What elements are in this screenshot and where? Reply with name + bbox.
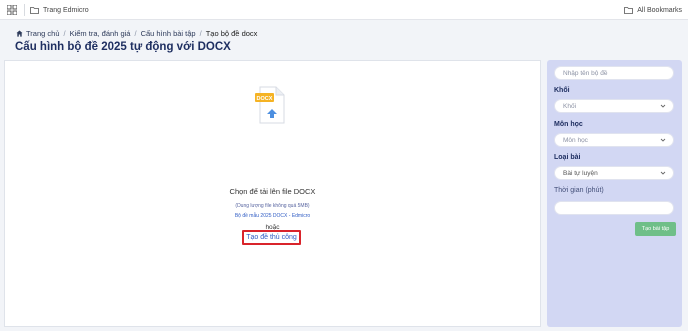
breadcrumb-assessment[interactable]: Kiểm tra, đánh giá bbox=[70, 29, 131, 38]
page-title: Cấu hình bộ đề 2025 tự động với DOCX bbox=[15, 41, 231, 53]
create-exercise-button[interactable]: Tạo bài tập bbox=[635, 222, 676, 236]
folder-icon bbox=[624, 6, 634, 14]
sample-docx-link[interactable]: Bộ đề mẫu 2025 DOCX - Edmicro bbox=[0, 213, 545, 219]
docx-badge-label: DOCX bbox=[257, 96, 273, 102]
chevron-down-icon bbox=[660, 104, 666, 108]
settings-panel: Nhập tên bộ đề Khối Khối Môn học Môn học… bbox=[547, 60, 682, 327]
upload-prompt[interactable]: Chọn để tải lên file DOCX bbox=[0, 187, 545, 196]
type-select[interactable]: Bài tự luyện bbox=[554, 166, 674, 180]
all-bookmarks-label: All Bookmarks bbox=[637, 6, 682, 14]
subject-label: Môn học bbox=[554, 121, 583, 128]
chevron-down-icon bbox=[660, 171, 666, 175]
docx-upload-icon[interactable]: DOCX bbox=[253, 85, 287, 125]
bookmarks-bar: Trang Edmicro All Bookmarks bbox=[0, 0, 688, 20]
breadcrumb: Trang chủ / Kiểm tra, đánh giá / Cấu hìn… bbox=[16, 27, 257, 39]
type-label: Loại bài bbox=[554, 154, 581, 161]
bookmark-trang-edmicro[interactable]: Trang Edmicro bbox=[30, 4, 89, 16]
exam-name-input[interactable]: Nhập tên bộ đề bbox=[554, 66, 674, 80]
chevron-down-icon bbox=[660, 138, 666, 142]
time-input[interactable] bbox=[554, 201, 674, 215]
grade-select[interactable]: Khối bbox=[554, 99, 674, 113]
apps-grid-icon[interactable] bbox=[7, 5, 17, 15]
manual-create-button[interactable]: Tạo đề thủ công bbox=[242, 230, 301, 245]
breadcrumb-exercise-config[interactable]: Cấu hình bài tập bbox=[141, 29, 196, 38]
breadcrumb-home[interactable]: Trang chủ bbox=[26, 29, 60, 38]
upload-size-note: (Dung lượng file không quá 5MB) bbox=[235, 203, 310, 209]
subject-select[interactable]: Môn học bbox=[554, 133, 674, 147]
grade-label: Khối bbox=[554, 87, 570, 94]
folder-icon bbox=[30, 6, 39, 14]
home-icon bbox=[16, 29, 23, 37]
bookmark-label: Trang Edmicro bbox=[43, 6, 89, 14]
bookmarks-divider bbox=[24, 4, 25, 16]
all-bookmarks-button[interactable]: All Bookmarks bbox=[624, 4, 682, 16]
breadcrumb-current: Tạo bộ đề docx bbox=[205, 28, 258, 38]
subject-select-value: Môn học bbox=[563, 136, 588, 144]
breadcrumb-separator: / bbox=[199, 28, 202, 38]
breadcrumb-separator: / bbox=[134, 28, 137, 38]
breadcrumb-separator: / bbox=[63, 28, 66, 38]
type-select-value: Bài tự luyện bbox=[563, 169, 598, 177]
grade-select-value: Khối bbox=[563, 102, 577, 110]
time-label: Thời gian (phút) bbox=[554, 187, 604, 194]
